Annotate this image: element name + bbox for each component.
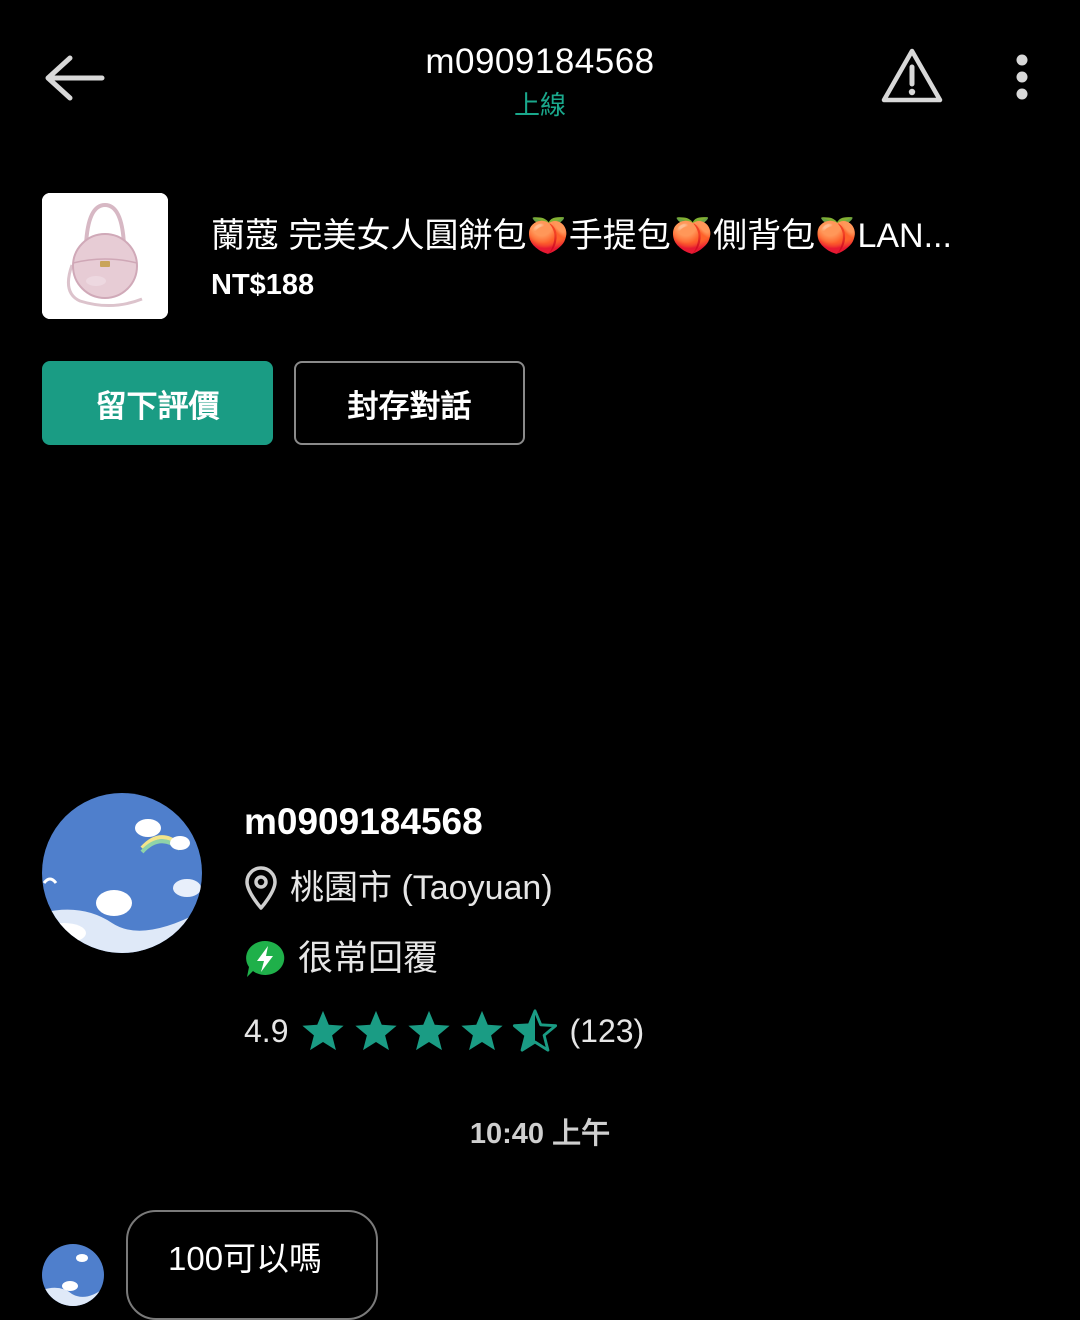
- location-pin-icon: [245, 866, 277, 910]
- star-full-icon: [355, 1010, 398, 1051]
- report-button[interactable]: [872, 40, 952, 112]
- more-options-button[interactable]: [998, 45, 1046, 109]
- review-count: (123): [569, 1013, 645, 1049]
- seller-response-badge: 很常回覆: [244, 933, 438, 985]
- star-full-icon: [461, 1010, 504, 1051]
- lightning-badge-icon: [246, 940, 285, 977]
- rating-stars: [300, 1008, 565, 1054]
- product-thumbnail[interactable]: [42, 193, 168, 319]
- back-button[interactable]: [30, 40, 118, 116]
- leave-review-button[interactable]: 留下評價: [42, 361, 273, 445]
- sky-clouds-avatar-image: [42, 793, 202, 953]
- warning-triangle-icon: [881, 48, 943, 103]
- seller-avatar[interactable]: [42, 793, 202, 953]
- star-half-icon: [513, 1009, 558, 1052]
- seller-name[interactable]: m0909184568: [244, 798, 483, 846]
- star-full-icon: [302, 1010, 345, 1051]
- online-status: 上線: [513, 90, 566, 120]
- arrow-left-icon: [45, 55, 105, 101]
- star-full-icon: [408, 1010, 451, 1051]
- product-title[interactable]: 蘭蔻 完美女人圓餅包🍑手提包🍑側背包🍑LAN...: [211, 210, 1031, 262]
- rating-value: 4.9: [244, 1013, 289, 1049]
- archive-chat-button[interactable]: 封存對話: [294, 361, 525, 445]
- more-vertical-icon: [1016, 54, 1028, 100]
- message-text: 100可以嗎: [168, 1240, 323, 1277]
- seller-location: 桃園市 (Taoyuan): [244, 862, 553, 914]
- seller-location-text: 桃園市 (Taoyuan): [290, 869, 553, 907]
- chat-header: m0909184568 上線: [270, 40, 810, 124]
- chat-partner-name[interactable]: m0909184568: [270, 40, 810, 84]
- product-price: NT$188: [211, 269, 315, 301]
- message-bubble[interactable]: 100可以嗎: [126, 1210, 378, 1320]
- seller-rating[interactable]: 4.9 (123): [244, 1006, 644, 1056]
- message-timestamp: 10:40 上午: [469, 1118, 611, 1150]
- handbag-image: [42, 193, 168, 319]
- seller-response-text: 很常回覆: [298, 939, 439, 978]
